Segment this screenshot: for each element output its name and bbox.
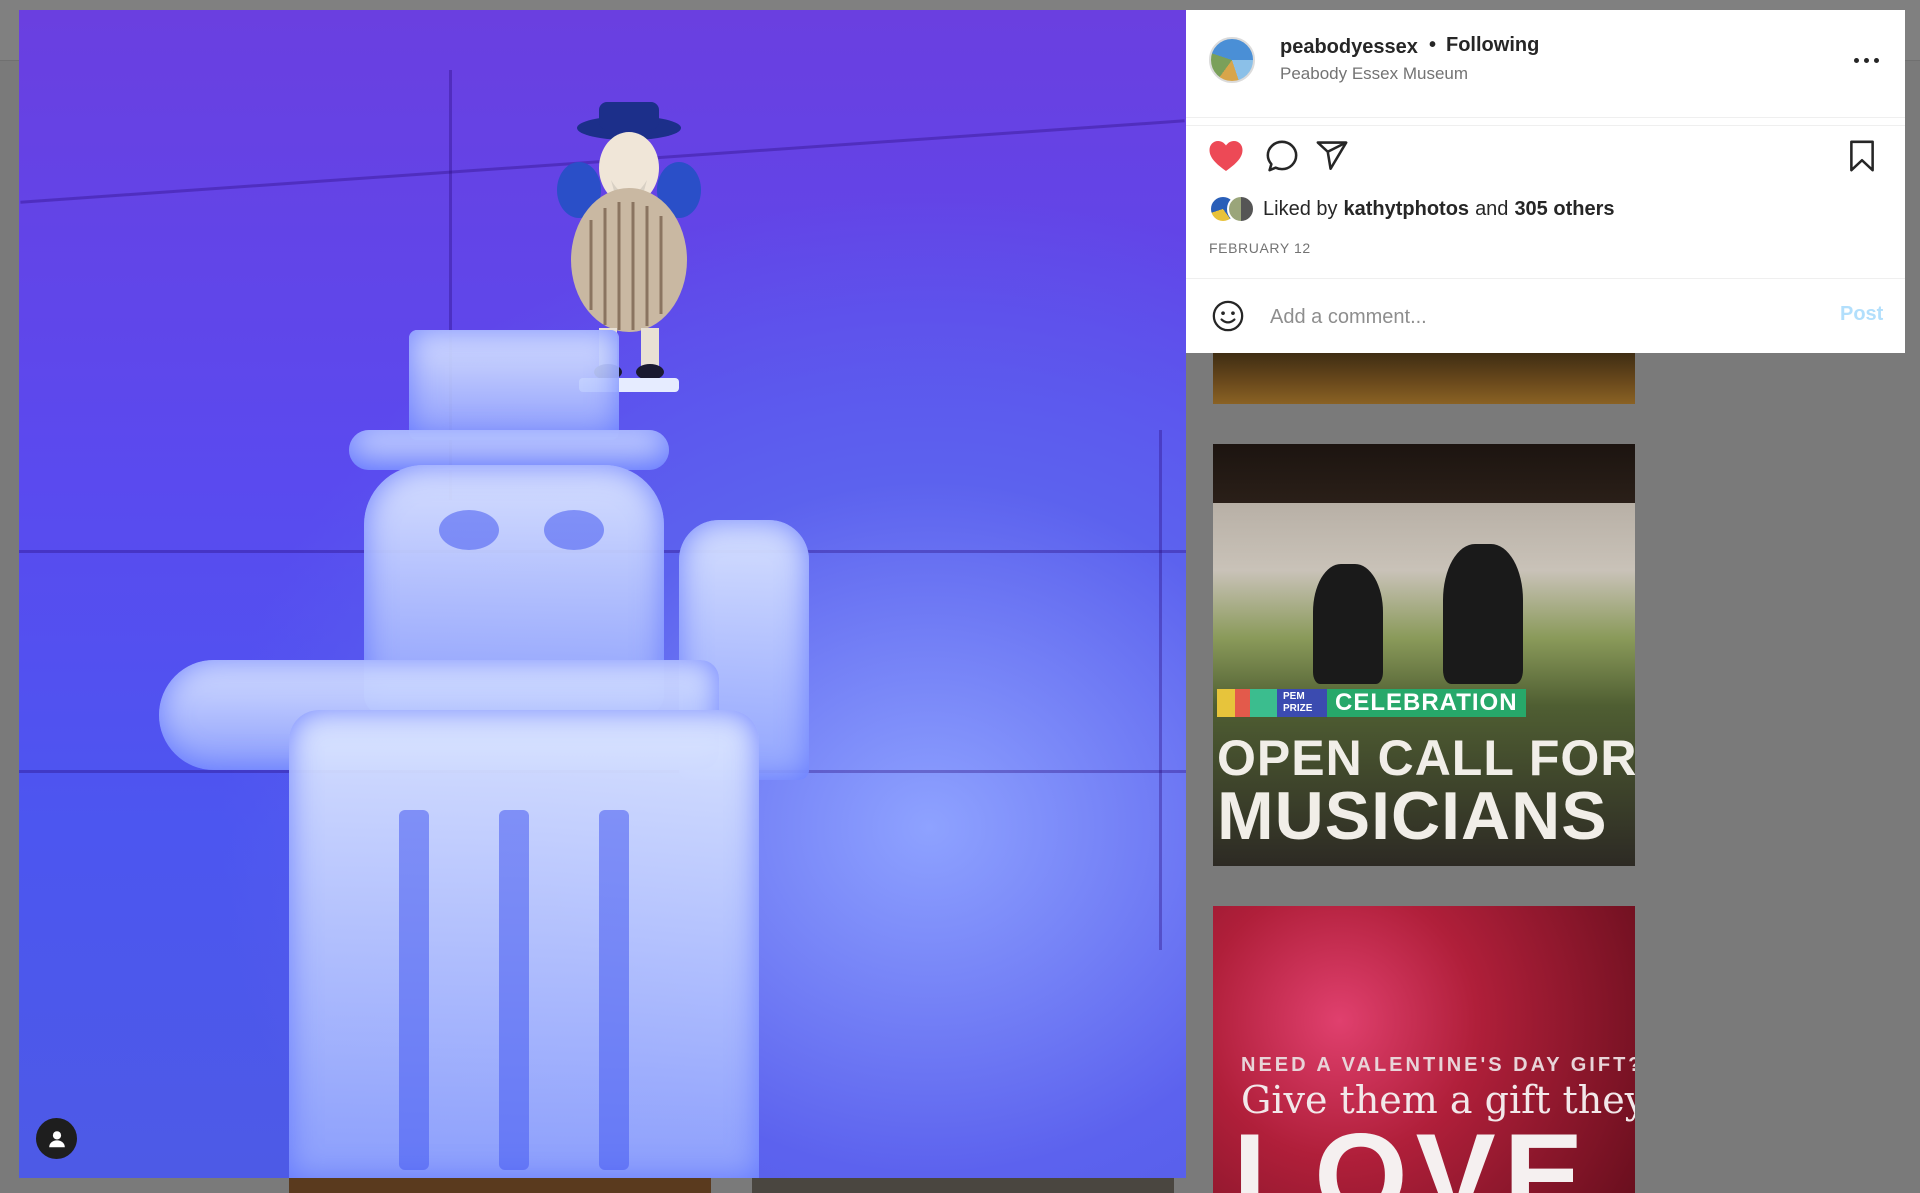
liker-username-link[interactable]: kathytphotos xyxy=(1344,198,1470,221)
like-button[interactable] xyxy=(1206,136,1246,176)
tile-kicker: NEED A VALENTINE'S DAY GIFT? xyxy=(1241,1054,1635,1076)
ice-eye xyxy=(439,510,499,550)
emoji-icon xyxy=(1212,300,1244,332)
ice-ridge xyxy=(599,810,629,1170)
emoji-button[interactable] xyxy=(1208,296,1248,336)
ice-hat-brim xyxy=(349,430,669,470)
background-post-tile-musicians[interactable]: PEM PRIZE CELEBRATION OPEN CALL FOR MUSI… xyxy=(1213,444,1635,866)
ice-eye xyxy=(544,510,604,550)
tagged-users-button[interactable] xyxy=(36,1118,77,1159)
ice-ridge xyxy=(499,810,529,1170)
tile-headline-line2: MUSICIANS xyxy=(1217,778,1608,854)
comment-input[interactable] xyxy=(1268,299,1832,335)
background-figure xyxy=(1443,544,1523,684)
background-figure xyxy=(1313,564,1383,684)
following-button[interactable]: Following xyxy=(1446,34,1539,57)
ice-ridge xyxy=(399,810,429,1170)
post-date[interactable]: FEBRUARY 12 xyxy=(1209,240,1311,256)
more-options-button[interactable] xyxy=(1848,48,1884,72)
background-post-tile-valentine[interactable]: NEED A VALENTINE'S DAY GIFT? Give them a… xyxy=(1213,906,1635,1193)
more-options-icon xyxy=(1851,57,1881,63)
location-link[interactable]: Peabody Essex Museum xyxy=(1280,64,1468,84)
avatar[interactable] xyxy=(1209,37,1255,83)
share-button[interactable] xyxy=(1312,136,1352,176)
celebration-label: CELEBRATION xyxy=(1327,689,1526,717)
liked-by-and: and xyxy=(1475,197,1509,220)
tile-headline-line1: OPEN CALL FOR xyxy=(1217,730,1635,786)
comment-composer: Post xyxy=(1186,278,1905,354)
post-image xyxy=(19,10,1186,1178)
comment-icon xyxy=(1266,140,1298,172)
post-header: peabodyessex • Following Peabody Essex M… xyxy=(1186,10,1905,118)
pem-prize-badge: PEM PRIZE xyxy=(1277,689,1327,717)
wall-joint xyxy=(1159,430,1162,950)
user-icon xyxy=(48,1130,65,1147)
pem-logo-chip xyxy=(1217,689,1277,717)
liked-by-summary: Liked by kathytphotos and 305 others xyxy=(1209,194,1615,224)
tile-big-word: LOVE xyxy=(1233,1109,1592,1193)
ice-pedestal xyxy=(409,330,619,440)
background-post-tile[interactable] xyxy=(1213,350,1635,404)
save-button[interactable] xyxy=(1842,136,1882,176)
background-post-tile[interactable] xyxy=(752,1178,1174,1193)
likes-count-link[interactable]: 305 others xyxy=(1514,198,1614,221)
post-detail-panel: peabodyessex • Following Peabody Essex M… xyxy=(1186,10,1905,353)
comment-button[interactable] xyxy=(1262,136,1302,176)
bookmark-icon xyxy=(1850,140,1874,172)
heart-filled-icon xyxy=(1209,141,1243,171)
username-link[interactable]: peabodyessex xyxy=(1280,36,1418,59)
divider xyxy=(1186,125,1905,126)
post-comment-button[interactable]: Post xyxy=(1840,303,1883,326)
background-post-tile[interactable] xyxy=(289,1178,711,1193)
separator-dot: • xyxy=(1429,34,1437,56)
liked-by-prefix: Liked by xyxy=(1263,197,1338,220)
liker-avatar[interactable] xyxy=(1227,195,1255,223)
share-icon xyxy=(1316,141,1348,171)
